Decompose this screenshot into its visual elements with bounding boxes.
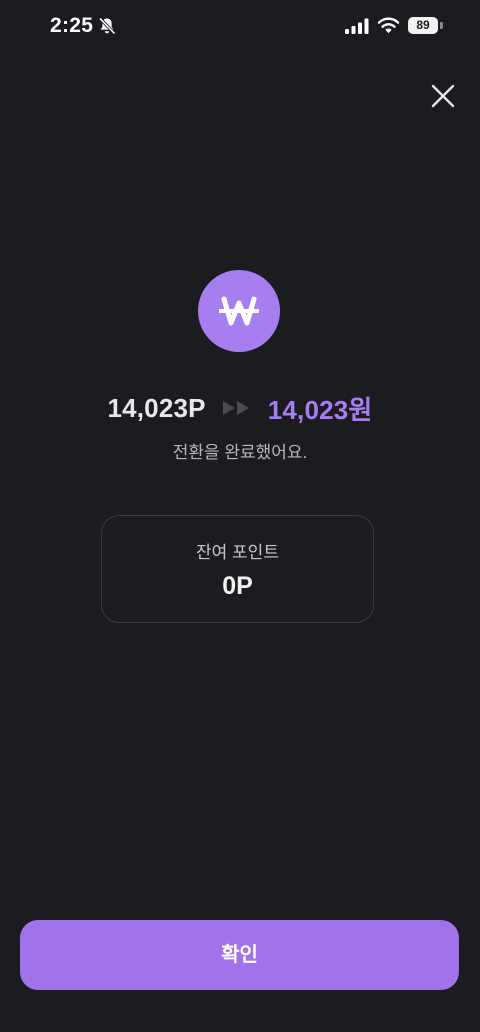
double-chevron-right-icon <box>222 401 249 415</box>
wifi-icon <box>377 17 400 34</box>
close-button[interactable] <box>426 79 460 113</box>
remaining-points-card: 잔여 포인트 0P <box>101 515 374 623</box>
remaining-points-label: 잔여 포인트 <box>196 543 279 562</box>
won-symbol-icon <box>219 296 259 326</box>
battery-icon: 89 <box>408 17 438 34</box>
complete-message: 전환을 완료했어요. <box>172 443 308 462</box>
battery-nub <box>440 22 443 29</box>
from-amount: 14,023P <box>107 392 206 423</box>
close-icon <box>431 84 455 108</box>
signal-icon <box>345 18 369 34</box>
bell-slash-icon <box>98 17 116 35</box>
to-amount: 14,023원 <box>267 394 373 425</box>
conversion-row: 14,023P 14,023원 <box>0 390 480 426</box>
status-bar: 2:25 89 <box>0 0 480 52</box>
status-time: 2:25 <box>50 14 94 37</box>
won-coin-icon <box>198 270 280 352</box>
confirm-button[interactable]: 확인 <box>20 920 459 990</box>
remaining-points-value: 0P <box>222 572 253 600</box>
